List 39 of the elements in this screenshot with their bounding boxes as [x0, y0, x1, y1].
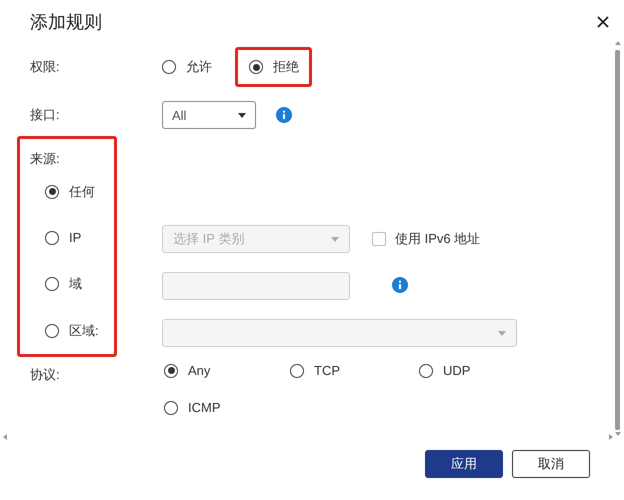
- radio-button[interactable]: [290, 364, 304, 378]
- cancel-button[interactable]: 取消: [512, 450, 590, 478]
- apply-button[interactable]: 应用: [425, 450, 503, 478]
- radio-button[interactable]: [45, 230, 59, 245]
- dialog-title: 添加规则: [30, 11, 102, 34]
- field-label: 协议:: [29, 366, 61, 384]
- field-label: 权限:: [29, 58, 61, 76]
- info-icon[interactable]: [392, 276, 408, 293]
- option-label: 任何: [69, 182, 95, 201]
- scroll-right-icon[interactable]: [609, 434, 613, 440]
- radio-button[interactable]: [45, 184, 59, 199]
- option-label: TCP: [314, 363, 340, 378]
- radio-button[interactable]: [162, 60, 176, 74]
- scroll-down-icon[interactable]: [615, 432, 621, 436]
- close-icon[interactable]: [596, 15, 610, 29]
- option-label: 区域:: [69, 322, 99, 340]
- option-label: UDP: [443, 363, 470, 378]
- option-label: ICMP: [188, 400, 220, 415]
- option-label: 允许: [186, 58, 212, 76]
- option-label: Any: [188, 363, 210, 378]
- radio-button[interactable]: [45, 277, 59, 292]
- radio-button[interactable]: [45, 324, 59, 338]
- scroll-up-icon[interactable]: [615, 41, 621, 45]
- option-label: 域: [69, 275, 82, 294]
- radio-button[interactable]: [164, 400, 178, 414]
- domain-input[interactable]: [162, 272, 350, 300]
- scrollbar-thumb[interactable]: [615, 50, 620, 430]
- checkbox[interactable]: [372, 232, 386, 246]
- interface-select[interactable]: All: [162, 101, 256, 129]
- radio-button[interactable]: [419, 364, 433, 378]
- scroll-left-icon[interactable]: [3, 434, 7, 440]
- radio-button[interactable]: [249, 60, 263, 74]
- radio-button[interactable]: [164, 364, 178, 378]
- info-icon[interactable]: [276, 107, 292, 123]
- field-label: 来源:: [30, 150, 60, 168]
- option-label: IP: [69, 230, 82, 246]
- option-label: 拒绝: [273, 58, 299, 76]
- field-label: 接口:: [29, 106, 61, 124]
- ipv6-label: 使用 IPv6 地址: [395, 230, 480, 248]
